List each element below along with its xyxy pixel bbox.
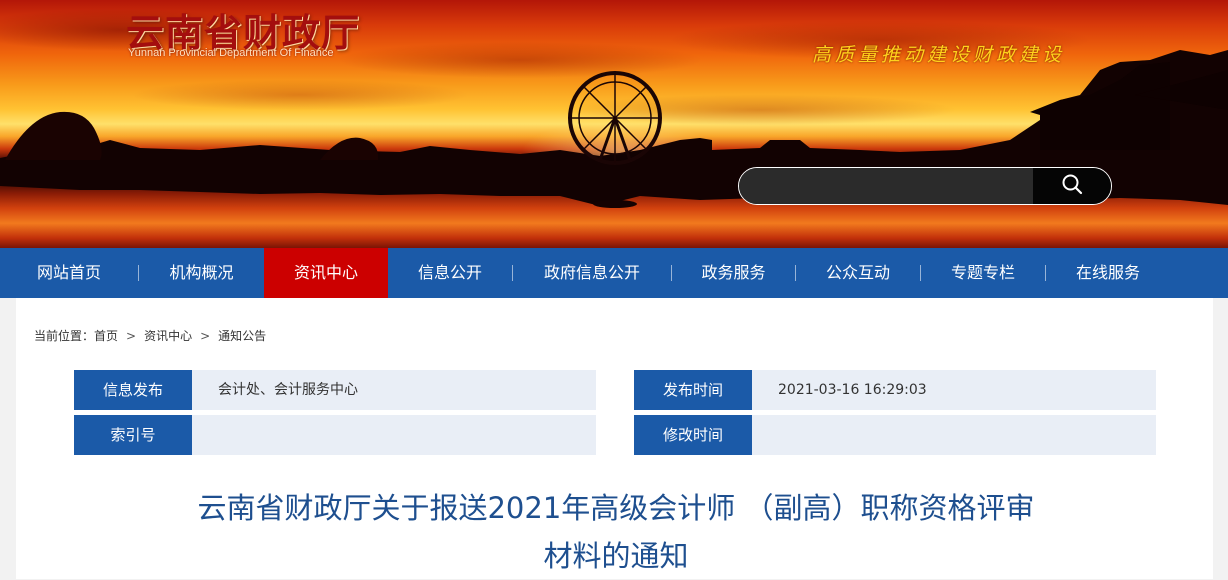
- main-nav: 网站首页 机构概况 资讯中心 信息公开 政府信息公开 政务服务 公众互动 专题专…: [0, 248, 1228, 298]
- breadcrumb-separator: >: [200, 329, 211, 343]
- nav-item-news-center[interactable]: 资讯中心: [264, 248, 388, 298]
- modify-time-value: [752, 415, 1156, 455]
- meta-modify-time-row: 修改时间: [634, 415, 1156, 455]
- index-value: [192, 415, 596, 455]
- site-logo-subtitle: Yunnan Provincial Department Of Finance: [128, 47, 334, 59]
- nav-item-home[interactable]: 网站首页: [0, 248, 138, 298]
- header-banner: 云南省财政厅 Yunnan Provincial Department Of F…: [0, 0, 1228, 248]
- meta-publisher-row: 信息发布 会计处、会计服务中心: [74, 370, 596, 410]
- publisher-label: 信息发布: [74, 370, 192, 410]
- breadcrumb-prefix: 当前位置：: [34, 329, 95, 343]
- nav-item-public-interaction[interactable]: 公众互动: [796, 248, 920, 298]
- article-title-line2: 材料的通知: [543, 539, 689, 573]
- slogan-text: 高质量推动建设财政建设: [812, 44, 1066, 66]
- nav-item-gov-info-disclosure[interactable]: 政府信息公开: [513, 248, 671, 298]
- ferris-wheel: [568, 71, 662, 165]
- article-title-line1: 云南省财政厅关于报送2021年高级会计师 （副高）职称资格评审: [197, 491, 1035, 525]
- nav-item-info-disclosure[interactable]: 信息公开: [388, 248, 512, 298]
- index-label: 索引号: [74, 415, 192, 455]
- nav-item-special-topics[interactable]: 专题专栏: [921, 248, 1045, 298]
- meta-publish-time-row: 发布时间 2021-03-16 16:29:03: [634, 370, 1156, 410]
- modify-time-label: 修改时间: [634, 415, 752, 455]
- breadcrumb-separator: >: [126, 329, 137, 343]
- search-button[interactable]: [1033, 168, 1111, 204]
- nav-item-online-services[interactable]: 在线服务: [1046, 248, 1170, 298]
- breadcrumb: 当前位置：首页 > 资讯中心 > 通知公告: [34, 327, 266, 344]
- search-icon: [1061, 173, 1083, 199]
- meta-index-row: 索引号: [74, 415, 596, 455]
- publisher-value: 会计处、会计服务中心: [192, 370, 596, 410]
- nav-item-organization[interactable]: 机构概况: [139, 248, 264, 298]
- breadcrumb-news-center[interactable]: 资讯中心: [144, 329, 192, 343]
- search-box: [738, 167, 1112, 205]
- article-title: 云南省财政厅关于报送2021年高级会计师 （副高）职称资格评审 材料的通知: [136, 484, 1096, 580]
- search-input[interactable]: [739, 168, 1033, 204]
- nav-item-gov-services[interactable]: 政务服务: [672, 248, 795, 298]
- breadcrumb-home[interactable]: 首页: [94, 329, 118, 343]
- publish-time-value: 2021-03-16 16:29:03: [752, 370, 1156, 410]
- publish-time-label: 发布时间: [634, 370, 752, 410]
- article-panel: 当前位置：首页 > 资讯中心 > 通知公告 信息发布 会计处、会计服务中心 发布时间 2…: [16, 298, 1213, 579]
- breadcrumb-notices[interactable]: 通知公告: [218, 329, 266, 343]
